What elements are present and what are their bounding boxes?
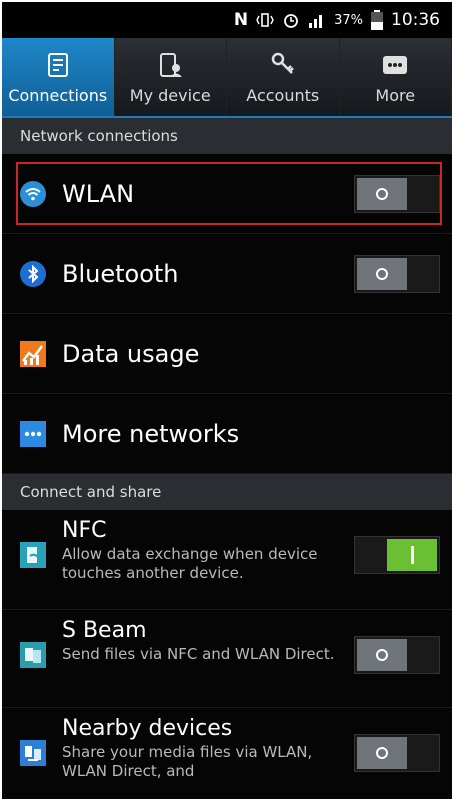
more-networks-icon	[20, 420, 46, 447]
connections-icon	[47, 52, 68, 77]
nfc-row[interactable]: NFC Allow data exchange when device touc…	[2, 510, 452, 610]
alarm-icon	[282, 11, 300, 29]
bluetooth-toggle[interactable]	[354, 254, 440, 293]
status-bar: N 37% 10:36	[2, 2, 452, 38]
device-icon	[160, 52, 183, 77]
settings-tab-bar: Connections My device Accounts More	[2, 38, 452, 118]
bluetooth-icon	[20, 260, 46, 287]
tab-accounts[interactable]: Accounts	[227, 38, 340, 116]
nfc-title: NFC	[62, 518, 107, 543]
more-dots-icon	[383, 55, 408, 74]
bluetooth-label: Bluetooth	[62, 259, 179, 288]
data-usage-row[interactable]: Data usage	[2, 314, 452, 394]
tab-more-label: More	[375, 85, 416, 105]
tab-connections-label: Connections	[8, 85, 108, 105]
signal-icon	[308, 12, 326, 28]
vibrate-icon	[256, 12, 274, 28]
more-networks-label: More networks	[62, 419, 240, 448]
s-beam-toggle[interactable]	[354, 636, 440, 674]
nearby-devices-toggle[interactable]	[354, 734, 440, 772]
tab-my-device-label: My device	[129, 85, 211, 105]
tab-connections[interactable]: Connections	[2, 38, 115, 116]
wlan-label: WLAN	[62, 179, 135, 208]
battery-icon	[371, 10, 383, 30]
s-beam-title: S Beam	[62, 618, 147, 643]
wifi-icon	[20, 180, 46, 207]
section-header-network: Network connections	[2, 118, 452, 154]
section-header-share: Connect and share	[2, 474, 452, 510]
clock-time: 10:36	[391, 10, 440, 30]
nfc-description: Allow data exchange when device touches …	[62, 545, 318, 582]
nearby-devices-description: Share your media files via WLAN, WLAN Di…	[62, 743, 313, 780]
nearby-devices-title: Nearby devices	[62, 716, 233, 741]
wlan-row[interactable]: WLAN	[2, 154, 452, 234]
data-usage-icon	[20, 340, 46, 367]
more-networks-row[interactable]: More networks	[2, 394, 452, 474]
phone-screen: N 37% 10:36 Connections My device Accoun…	[2, 2, 452, 799]
tab-my-device[interactable]: My device	[115, 38, 227, 116]
s-beam-row[interactable]: S Beam Send files via NFC and WLAN Direc…	[2, 610, 452, 708]
tab-more[interactable]: More	[340, 38, 452, 116]
key-icon	[271, 52, 294, 74]
battery-percent: 37%	[334, 12, 363, 28]
s-beam-description: Send files via NFC and WLAN Direct.	[62, 645, 335, 663]
s-beam-icon	[20, 642, 46, 668]
data-usage-label: Data usage	[62, 339, 200, 368]
bluetooth-row[interactable]: Bluetooth	[2, 234, 452, 314]
nfc-icon	[20, 542, 46, 568]
nfc-n-icon: N	[233, 10, 249, 30]
nfc-toggle[interactable]	[354, 536, 440, 574]
tab-accounts-label: Accounts	[246, 85, 320, 105]
nearby-devices-row[interactable]: Nearby devices Share your media files vi…	[2, 708, 452, 799]
wlan-toggle[interactable]	[354, 174, 440, 213]
nearby-devices-icon	[20, 740, 46, 766]
